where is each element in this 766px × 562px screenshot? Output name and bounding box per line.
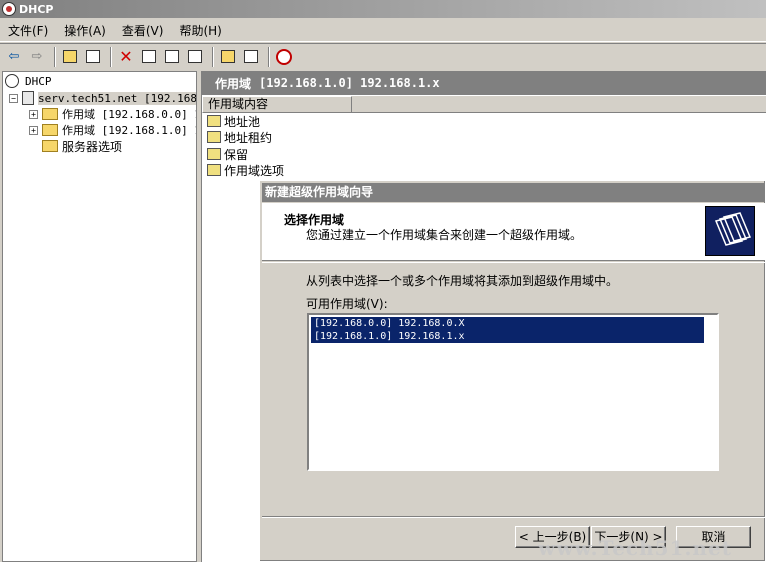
list-item-label: 地址租约 (224, 130, 273, 145)
tree-server-label: serv.tech51.net [192.168. (38, 91, 196, 105)
window-title: DHCP (19, 2, 54, 16)
list-item-address-pool[interactable]: 地址池 (207, 113, 260, 129)
dhcp-icon (2, 2, 16, 16)
folder-icon (42, 108, 58, 120)
help-icon[interactable] (218, 47, 238, 67)
scope-header: 作用域 [192.168.1.0] 192.168.1.x (201, 71, 766, 95)
console-icon[interactable] (241, 47, 261, 67)
tree-scope-0[interactable]: + 作用域 [192.168.0.0] 1 (29, 106, 197, 122)
up-folder-icon[interactable] (60, 47, 80, 67)
forward-arrow-icon[interactable]: ⇨ (27, 47, 47, 67)
wizard-subtitle: 您通过建立一个作用域集合来创建一个超级作用域。 (306, 228, 583, 242)
tree-scope-1[interactable]: + 作用域 [192.168.1.0] 1 (29, 122, 197, 138)
back-arrow-icon[interactable]: ⇦ (4, 47, 24, 67)
new-superscope-wizard: 新建超级作用域向导 选择作用域 您通过建立一个作用域集合来创建一个超级作用域。 … (259, 180, 766, 562)
address-pool-icon (207, 115, 221, 127)
watermark: www.Tech51.net (538, 536, 732, 560)
console-tree: DHCP − serv.tech51.net [192.168. + 作用域 [… (2, 71, 197, 562)
tree-scope-1-label: 作用域 [192.168.1.0] 1 (62, 124, 197, 137)
list-item-scope-1[interactable]: [192.168.1.0] 192.168.1.x (311, 330, 704, 343)
delete-icon[interactable]: ✕ (116, 47, 136, 67)
list-item-scope-0[interactable]: [192.168.0.0] 192.168.0.X (311, 317, 704, 330)
list-item-label: 保留 (224, 147, 249, 162)
menu-view[interactable]: 查看(V) (114, 22, 172, 39)
menu-help[interactable]: 帮助(H) (171, 22, 229, 39)
menu-action[interactable]: 操作(A) (56, 22, 114, 39)
server-icon (22, 91, 34, 105)
wizard-button-divider (262, 516, 765, 518)
scope-header-label: 作用域 (215, 76, 252, 91)
menu-file[interactable]: 文件(F) (0, 22, 56, 39)
tree-root-label: DHCP (25, 74, 52, 88)
expand-icon[interactable]: + (29, 125, 38, 135)
available-scopes-list[interactable]: [192.168.0.0] 192.168.0.X [192.168.1.0] … (307, 313, 719, 471)
tree-server-node[interactable]: − serv.tech51.net [192.168. (9, 90, 196, 106)
wizard-title: 新建超级作用域向导 (262, 183, 765, 202)
stop-service-icon[interactable] (274, 47, 294, 67)
wizard-folders-icon (705, 206, 755, 256)
toolbar-separator (110, 46, 112, 67)
window-title-bar: DHCP (0, 0, 766, 18)
collapse-icon[interactable]: − (9, 93, 18, 103)
properties-icon[interactable] (139, 47, 159, 67)
expand-icon[interactable]: + (29, 109, 38, 119)
reservations-icon (207, 148, 221, 160)
tree-scope-0-label: 作用域 [192.168.0.0] 1 (62, 108, 197, 121)
folder-icon (42, 124, 58, 136)
menu-bar: 文件(F) 操作(A) 查看(V) 帮助(H) (0, 20, 766, 42)
list-item-address-leases[interactable]: 地址租约 (207, 129, 272, 145)
list-item-scope-options[interactable]: 作用域选项 (207, 162, 284, 178)
column-header-scope-content[interactable]: 作用域内容 (202, 96, 352, 113)
wizard-header-divider (262, 262, 765, 263)
list-item-reservations[interactable]: 保留 (207, 146, 248, 162)
list-item-label: 作用域选项 (224, 163, 285, 178)
scope-options-icon (207, 164, 221, 176)
address-leases-icon (207, 131, 221, 143)
export-list-icon[interactable] (185, 47, 205, 67)
list-item-label: 地址池 (224, 114, 261, 129)
wizard-instruction: 从列表中选择一个或多个作用域将其添加到超级作用域中。 (306, 274, 619, 288)
server-options-icon (42, 140, 58, 152)
column-header-filler (352, 96, 766, 113)
show-hide-tree-icon[interactable] (83, 47, 103, 67)
toolbar-separator (268, 46, 270, 67)
tree-root-dhcp[interactable]: DHCP (5, 73, 52, 89)
available-scopes-label: 可用作用域(V): (306, 297, 388, 311)
refresh-icon[interactable] (162, 47, 182, 67)
toolbar-separator (212, 46, 214, 67)
toolbar-separator (54, 46, 56, 67)
toolbar: ⇦ ⇨ ✕ (0, 43, 766, 69)
wizard-header: 选择作用域 您通过建立一个作用域集合来创建一个超级作用域。 (262, 203, 765, 261)
scope-header-value: [192.168.1.0] 192.168.1.x (259, 76, 440, 90)
tree-server-options[interactable]: 服务器选项 (42, 138, 122, 154)
dhcp-icon (5, 74, 19, 88)
tree-server-options-label: 服务器选项 (62, 139, 123, 154)
